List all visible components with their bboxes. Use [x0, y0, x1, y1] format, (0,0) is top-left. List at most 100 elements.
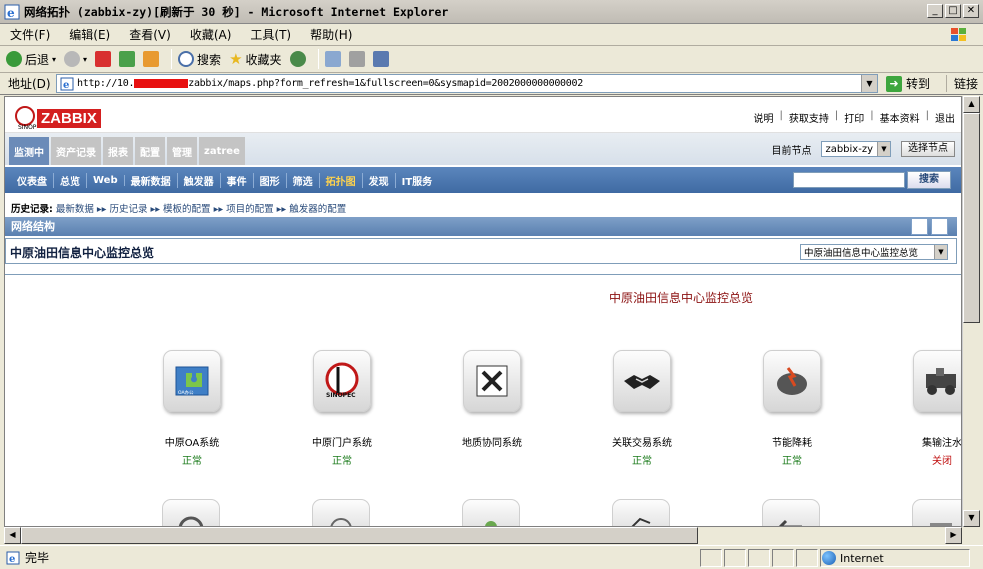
- close-button[interactable]: ✕: [963, 4, 979, 18]
- tab-reports[interactable]: 报表: [103, 137, 133, 165]
- history-link-items[interactable]: 项目的配置: [226, 204, 274, 215]
- building-icon: [930, 523, 952, 526]
- address-input[interactable]: e http://10. zabbix/maps.php?form_refresh…: [56, 74, 878, 93]
- map-node-portal[interactable]: SINOPEC 中原门户系统 正常: [267, 350, 417, 467]
- home-icon[interactable]: [143, 51, 160, 67]
- svg-text:SINOPEC: SINOPEC: [18, 124, 37, 130]
- mail-icon[interactable]: [324, 51, 341, 67]
- submenu-discovery[interactable]: 发现: [363, 172, 396, 188]
- collapse-toggle-icon[interactable]: [931, 218, 948, 235]
- submenu-graphs[interactable]: 图形: [254, 172, 287, 188]
- history-link-history[interactable]: 历史记录: [109, 204, 147, 215]
- scroll-down-icon[interactable]: ▼: [963, 510, 980, 527]
- forward-button[interactable]: ▾: [64, 51, 87, 67]
- go-button[interactable]: ➜ 转到: [886, 75, 930, 92]
- map-node-row2-3[interactable]: [462, 499, 520, 526]
- refresh-icon[interactable]: [119, 51, 136, 67]
- map-node-row2-5[interactable]: [762, 499, 820, 526]
- node-select[interactable]: zabbix-zy ▼: [821, 141, 891, 157]
- minimize-button[interactable]: _: [927, 4, 943, 18]
- submenu-maps[interactable]: 拓扑图: [320, 172, 363, 188]
- search-button[interactable]: 搜索: [178, 51, 221, 68]
- submenu-events[interactable]: 事件: [221, 172, 254, 188]
- status-cell: [748, 549, 770, 567]
- tab-configuration[interactable]: 配置: [135, 137, 165, 165]
- horizontal-scrollbar[interactable]: ◀ ▶: [4, 527, 962, 544]
- map-node-row2-2[interactable]: [312, 499, 370, 526]
- scroll-thumb[interactable]: [21, 527, 698, 544]
- map-node-gathering[interactable]: 集输注水 关闭: [867, 350, 961, 467]
- menu-help[interactable]: 帮助(H): [310, 26, 352, 43]
- history-link-latest[interactable]: 最新数据: [56, 204, 94, 215]
- menu-view[interactable]: 查看(V): [129, 26, 171, 43]
- tab-administration[interactable]: 管理: [167, 137, 197, 165]
- fullscreen-toggle-icon[interactable]: [911, 218, 928, 235]
- tab-zatree[interactable]: zatree: [199, 137, 245, 165]
- scroll-up-icon[interactable]: ▲: [963, 96, 980, 113]
- submenu-overview[interactable]: 总览: [54, 172, 87, 188]
- history-link-triggers[interactable]: 触发器的配置: [289, 204, 346, 215]
- svg-text:e: e: [7, 6, 15, 20]
- top-links: 说明 | 获取支持 | 打印 | 基本资料 | 退出: [753, 110, 956, 125]
- favorites-button[interactable]: ★ 收藏夹: [229, 50, 281, 68]
- submenu-it-services[interactable]: IT服务: [396, 173, 439, 188]
- edit-icon[interactable]: [372, 51, 389, 67]
- menu-file[interactable]: 文件(F): [10, 26, 50, 43]
- submenu-web[interactable]: Web: [87, 174, 125, 186]
- window-title: 网络拓扑 (zabbix-zy)[刷新于 30 秒] - Microsoft I…: [24, 4, 449, 19]
- map-node-energy[interactable]: 节能降耗 正常: [717, 350, 867, 467]
- menu-bar: 文件(F) 编辑(E) 查看(V) 收藏(A) 工具(T) 帮助(H): [0, 24, 983, 46]
- support-link[interactable]: 获取支持: [789, 110, 829, 125]
- maximize-button[interactable]: □: [945, 4, 961, 18]
- chevron-down-icon: ▼: [877, 142, 890, 156]
- submenu-screens[interactable]: 筛选: [287, 172, 320, 188]
- select-node-button[interactable]: 选择节点: [901, 141, 955, 157]
- address-bar: 地址(D) e http://10. zabbix/maps.php?form_r…: [0, 73, 983, 95]
- address-dropdown-button[interactable]: ▼: [861, 75, 877, 92]
- at-sign-icon: [178, 516, 204, 526]
- print-icon[interactable]: [348, 51, 365, 67]
- status-cell: [796, 549, 818, 567]
- map-node-row2-1[interactable]: [162, 499, 220, 526]
- help-link[interactable]: 说明: [754, 110, 774, 125]
- scroll-thumb[interactable]: [963, 113, 980, 323]
- main-menu: 监测中 资产记录 报表 配置 管理 zatree 目前节点 zabbix-zy …: [5, 133, 961, 165]
- print-link[interactable]: 打印: [844, 110, 864, 125]
- profile-link[interactable]: 基本资料: [880, 110, 920, 125]
- history-icon[interactable]: [289, 51, 306, 67]
- handshake-icon: [613, 350, 671, 412]
- search-input[interactable]: [793, 172, 905, 188]
- map-node-geology[interactable]: 地质协同系统: [417, 350, 567, 449]
- search-submit-button[interactable]: 搜索: [907, 171, 951, 189]
- map-node-trading[interactable]: 关联交易系统 正常: [567, 350, 717, 467]
- node-selector: 目前节点 zabbix-zy ▼ 选择节点: [771, 141, 955, 157]
- logout-link[interactable]: 退出: [935, 110, 955, 125]
- menu-tools[interactable]: 工具(T): [250, 26, 291, 43]
- scroll-left-icon[interactable]: ◀: [4, 527, 21, 544]
- menu-favorites[interactable]: 收藏(A): [190, 26, 232, 43]
- map-node-oa[interactable]: OA办公 中原OA系统 正常: [117, 350, 267, 467]
- tab-monitoring[interactable]: 监测中: [9, 137, 49, 165]
- page-title: 中原油田信息中心监控总览: [10, 246, 155, 260]
- menu-edit[interactable]: 编辑(E): [69, 26, 110, 43]
- stop-icon[interactable]: [95, 51, 112, 67]
- submenu-dashboard[interactable]: 仪表盘: [11, 172, 54, 188]
- map-node-row2-4[interactable]: [612, 499, 670, 526]
- forward-arrow-icon: [64, 51, 81, 67]
- submenu-latest-data[interactable]: 最新数据: [125, 172, 178, 188]
- status-bar: e 完毕 Internet: [0, 545, 983, 569]
- scroll-right-icon[interactable]: ▶: [945, 527, 962, 544]
- sub-menu: 仪表盘 总览 Web 最新数据 触发器 事件 图形 筛选 拓扑图 发现 IT服务…: [5, 167, 961, 193]
- address-label: 地址(D): [8, 77, 51, 91]
- back-button[interactable]: 后退 ▾: [6, 51, 56, 68]
- oil-pump-icon: [631, 517, 651, 526]
- tab-inventory[interactable]: 资产记录: [51, 137, 101, 165]
- submenu-triggers[interactable]: 触发器: [178, 172, 221, 188]
- history-link-templates[interactable]: 模板的配置: [163, 204, 211, 215]
- map-select[interactable]: 中原油田信息中心监控总览 ▼: [799, 244, 948, 260]
- links-button[interactable]: 链接: [946, 75, 978, 92]
- vertical-scrollbar[interactable]: ▲ ▼: [962, 96, 980, 527]
- svg-text:e: e: [63, 80, 69, 91]
- map-node-row2-6[interactable]: [912, 499, 961, 526]
- toolbar-divider: [317, 49, 319, 69]
